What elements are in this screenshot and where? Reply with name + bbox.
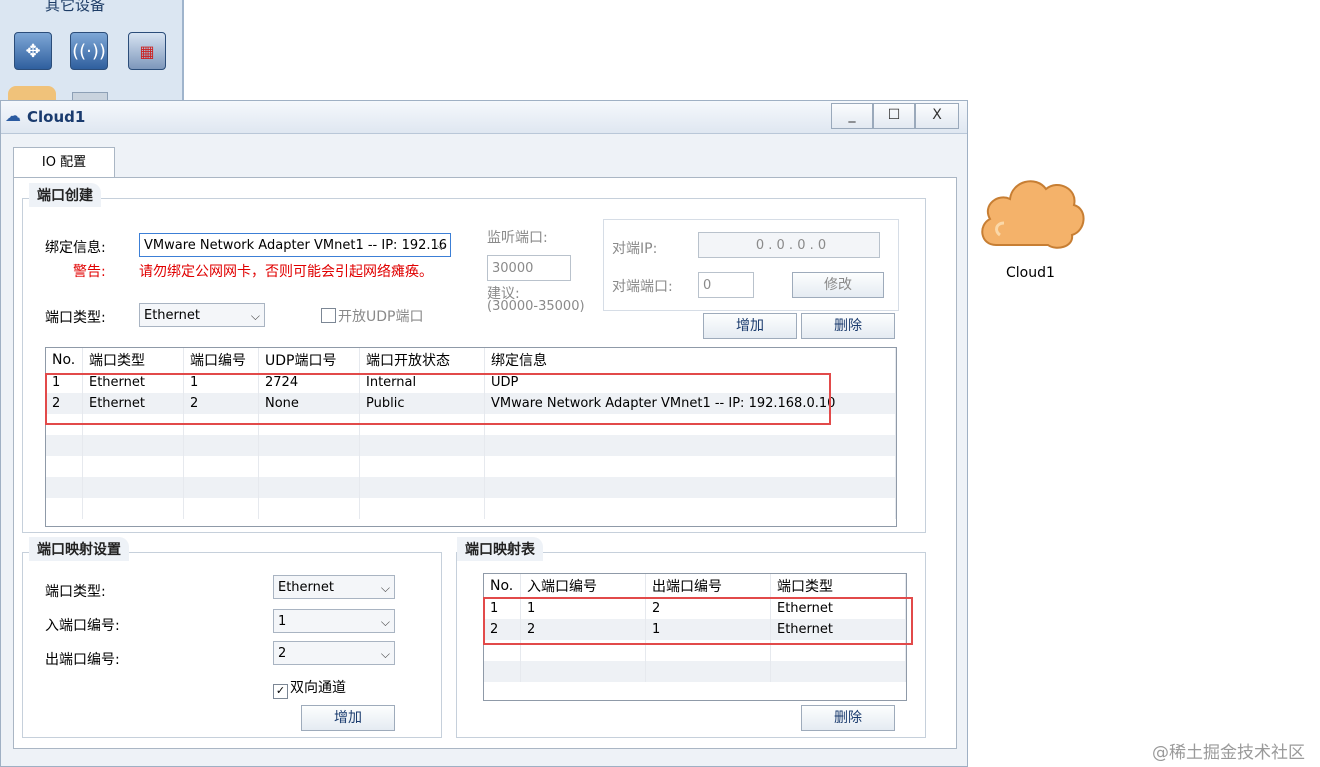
binding-select-value: VMware Network Adapter VMnet1 -- IP: 192…: [144, 238, 448, 253]
in-port-select[interactable]: 1 ⌵: [273, 609, 395, 633]
col-header-binding[interactable]: 绑定信息: [484, 348, 896, 372]
cloud-device-label[interactable]: Cloud1: [1006, 265, 1055, 281]
highlight-box-mapping-rows: [483, 597, 913, 645]
peer-settings-box: 对端IP: 0 . 0 . 0 . 0 对端端口: 0 修改: [603, 219, 899, 311]
binding-select[interactable]: VMware Network Adapter VMnet1 -- IP: 192…: [139, 233, 451, 257]
in-port-label: 入端口编号:: [45, 618, 120, 634]
peer-port-input[interactable]: 0: [698, 272, 754, 298]
maximize-button[interactable]: ☐: [873, 103, 915, 129]
in-port-value: 1: [278, 614, 287, 629]
firewall-icon[interactable]: ▦: [128, 32, 166, 70]
col-header-port-type[interactable]: 端口类型: [770, 574, 906, 598]
table-header-row: No. 端口类型 端口编号 UDP端口号 端口开放状态 绑定信息: [46, 348, 896, 372]
col-header-no[interactable]: No.: [484, 574, 521, 598]
table-row-empty: [484, 661, 906, 682]
close-button[interactable]: X: [915, 103, 959, 129]
router-icon[interactable]: ✥: [14, 32, 52, 70]
col-header-port-number[interactable]: 端口编号: [183, 348, 259, 372]
col-header-out-port[interactable]: 出端口编号: [645, 574, 771, 598]
col-header-in-port[interactable]: 入端口编号: [520, 574, 646, 598]
palette-title: 其它设备: [44, 0, 105, 14]
watermark: @稀土掘金技术社区: [1152, 743, 1305, 763]
map-port-type-value: Ethernet: [278, 580, 334, 595]
chevron-down-icon: ⌵: [250, 309, 260, 323]
warning-text: 请勿绑定公网网卡，否则可能会引起网络瘫痪。: [139, 264, 433, 280]
tab-content: 端口创建 绑定信息: VMware Network Adapter VMnet1…: [13, 177, 957, 749]
peer-ip-input[interactable]: 0 . 0 . 0 . 0: [698, 232, 880, 258]
port-type-select-value: Ethernet: [144, 308, 200, 323]
listen-port-label: 监听端口:: [487, 230, 548, 246]
device-palette: 其它设备 ✥ ((·)) ▦: [0, 0, 184, 102]
map-port-type-select[interactable]: Ethernet ⌵: [273, 575, 395, 599]
title-bar[interactable]: ☁ Cloud1 _ ☐ X: [1, 101, 967, 134]
chevron-down-icon: ⌵: [380, 581, 390, 595]
udp-checkbox[interactable]: 开放UDP端口: [321, 306, 423, 326]
cloud-device-icon[interactable]: [8, 86, 56, 100]
tab-io-config[interactable]: IO 配置: [13, 147, 115, 178]
port-type-select[interactable]: Ethernet ⌵: [139, 303, 265, 327]
listen-port-input[interactable]: 30000: [487, 255, 571, 281]
out-port-select[interactable]: 2 ⌵: [273, 641, 395, 665]
checkbox-checked-icon[interactable]: ✓: [273, 684, 288, 699]
port-mapping-table-group: 端口映射表 No. 入端口编号 出端口编号 端口类型 1 1 2 Etherne…: [456, 537, 926, 738]
peer-port-label: 对端端口:: [612, 279, 673, 295]
udp-checkbox-label: 开放UDP端口: [338, 309, 424, 325]
highlight-box-port-rows: [45, 373, 831, 425]
chevron-down-icon: ⌵: [380, 647, 390, 661]
wireless-ap-icon[interactable]: ((·)): [70, 32, 108, 70]
port-type-label: 端口类型:: [45, 310, 106, 326]
peer-ip-label: 对端IP:: [612, 241, 658, 257]
binding-label: 绑定信息:: [45, 240, 106, 256]
cloud-config-dialog: ☁ Cloud1 _ ☐ X IO 配置 端口创建 绑定信息: VMware N…: [0, 100, 968, 767]
minimize-button[interactable]: _: [831, 103, 873, 129]
bidirectional-label: 双向通道: [290, 680, 346, 696]
warning-label: 警告:: [73, 264, 106, 280]
table-header-row: No. 入端口编号 出端口编号 端口类型: [484, 574, 906, 598]
bidirectional-checkbox[interactable]: ✓ 双向通道: [273, 677, 346, 699]
chevron-down-icon: ⌵: [380, 615, 390, 629]
table-row-empty: [46, 498, 896, 519]
suggest-range: (30000-35000): [487, 299, 585, 314]
col-header-port-type[interactable]: 端口类型: [82, 348, 184, 372]
delete-mapping-button[interactable]: 删除: [801, 705, 895, 731]
add-port-button[interactable]: 增加: [703, 313, 797, 339]
port-mapping-table-title: 端口映射表: [457, 537, 543, 561]
out-port-value: 2: [278, 646, 287, 661]
dialog-title: Cloud1: [27, 108, 86, 126]
map-port-type-label: 端口类型:: [45, 584, 106, 600]
col-header-no[interactable]: No.: [46, 348, 83, 372]
col-header-open-state[interactable]: 端口开放状态: [359, 348, 485, 372]
port-create-title: 端口创建: [29, 183, 101, 207]
cloud-device-icon[interactable]: [976, 165, 1088, 255]
delete-port-button[interactable]: 删除: [801, 313, 895, 339]
table-row-empty: [46, 435, 896, 456]
add-mapping-button[interactable]: 增加: [301, 705, 395, 731]
checkbox-icon[interactable]: [321, 308, 336, 323]
port-mapping-settings-title: 端口映射设置: [29, 537, 129, 561]
out-port-label: 出端口编号:: [45, 652, 120, 668]
table-row-empty: [46, 456, 896, 477]
cloud-app-icon: ☁: [5, 106, 21, 125]
modify-button[interactable]: 修改: [792, 272, 884, 298]
table-row-empty: [46, 477, 896, 498]
port-mapping-settings-group: 端口映射设置 端口类型: Ethernet ⌵ 入端口编号: 1 ⌵ 出端口编号…: [22, 537, 442, 738]
chevron-down-icon: ⌵: [436, 239, 446, 253]
col-header-udp-port[interactable]: UDP端口号: [258, 348, 360, 372]
port-create-group: 端口创建 绑定信息: VMware Network Adapter VMnet1…: [22, 183, 926, 533]
